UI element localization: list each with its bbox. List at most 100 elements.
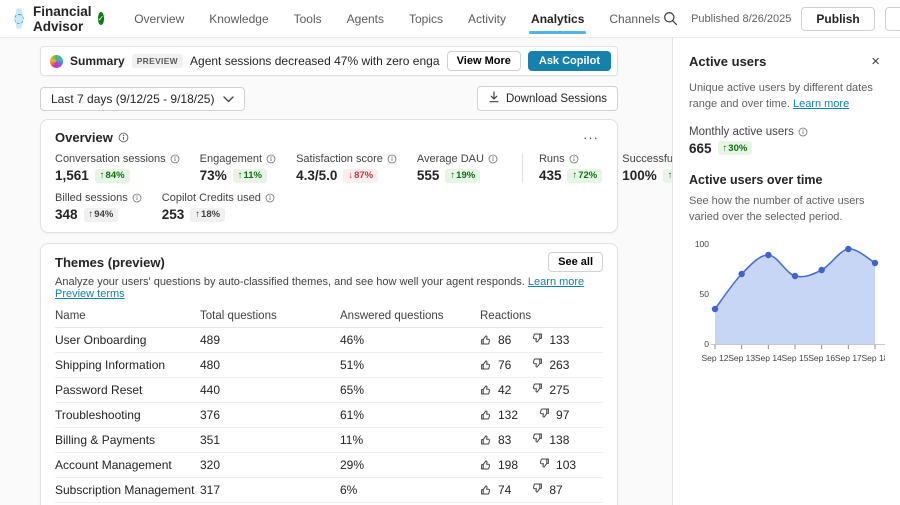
- table-row: Billing & Payments 351 11% 83: [55, 428, 603, 453]
- chart-point: [712, 306, 718, 312]
- metric-group-runs: Runs 435 ↑72%: [522, 153, 672, 183]
- table-row: Troubleshooting 376 61% 132: [55, 403, 603, 428]
- nav-item[interactable]: Agents: [347, 0, 384, 37]
- thumbs-up-count: 86: [480, 333, 511, 348]
- metric-label: Conversation sessions: [55, 153, 166, 165]
- info-icon[interactable]: [798, 127, 808, 137]
- chart-point: [818, 267, 824, 273]
- theme-reactions: 76 263: [480, 358, 603, 373]
- y-tick-label: 0: [704, 339, 709, 349]
- theme-name: Password Reset: [55, 383, 200, 397]
- info-icon[interactable]: [132, 193, 142, 203]
- metric: Billed sessions 348 ↑94%: [55, 192, 142, 222]
- metric-delta-badge: ↓87%: [343, 169, 378, 183]
- theme-reactions: 83 138: [480, 433, 603, 448]
- chart-point: [872, 260, 878, 266]
- metric-label: Average DAU: [417, 153, 484, 165]
- metric: Conversation sessions 1,561 ↑84%: [55, 153, 180, 183]
- copilot-summary-bar: Summary PREVIEW Agent sessions decreased…: [40, 46, 618, 76]
- ask-copilot-button[interactable]: Ask Copilot: [528, 51, 611, 71]
- info-icon[interactable]: [170, 154, 180, 164]
- nav-item[interactable]: Tools: [294, 0, 322, 37]
- search-icon[interactable]: [660, 8, 681, 29]
- trend-arrow-icon: ↑: [450, 170, 455, 181]
- chart-section-title: Active users over time: [689, 173, 884, 187]
- nav-item[interactable]: Channels: [609, 0, 660, 37]
- thumbs-up-icon: [480, 383, 492, 398]
- metric-value: 253: [162, 207, 185, 222]
- info-icon[interactable]: [387, 154, 397, 164]
- column-header-answered: Answered questions: [340, 310, 480, 322]
- active-users-chart: Sep 12Sep 13Sep 14Sep 15Sep 16Sep 17Sep …: [689, 234, 885, 372]
- info-icon[interactable]: [488, 154, 498, 164]
- panel-learn-more-link[interactable]: Learn more: [793, 98, 849, 110]
- date-range-dropdown[interactable]: Last 7 days (9/12/25 - 9/18/25): [40, 87, 245, 111]
- info-icon[interactable]: [266, 154, 276, 164]
- thumbs-down-icon: [531, 333, 543, 348]
- metric-value: 348: [55, 207, 78, 222]
- nav-item[interactable]: Analytics: [531, 0, 584, 37]
- x-tick-label: Sep 12: [702, 353, 729, 363]
- main-nav: Overview Knowledge Tools Agents Topics A…: [134, 0, 660, 37]
- published-status: Published 8/26/2025: [691, 13, 791, 25]
- thumbs-up-value: 42: [498, 383, 511, 397]
- theme-name: Billing & Payments: [55, 433, 200, 447]
- thumbs-down-value: 275: [549, 383, 569, 397]
- thumbs-down-value: 97: [556, 408, 569, 422]
- delta-value: 94%: [94, 209, 113, 220]
- theme-name: Shipping Information: [55, 358, 200, 372]
- metric-delta-badge: ↑84%: [95, 169, 130, 183]
- nav-item[interactable]: Activity: [468, 0, 506, 37]
- theme-reactions: 42 275: [480, 383, 603, 398]
- info-icon[interactable]: [265, 193, 275, 203]
- info-icon[interactable]: [118, 132, 129, 143]
- agent-avatar-icon: [14, 8, 24, 30]
- thumbs-down-icon: [531, 433, 543, 448]
- theme-name: User Onboarding: [55, 333, 200, 347]
- nav-item[interactable]: Overview: [134, 0, 184, 37]
- nav-item[interactable]: Topics: [409, 0, 443, 37]
- thumbs-up-icon: [480, 483, 492, 498]
- mau-value: 665: [689, 141, 712, 156]
- view-more-button[interactable]: View More: [447, 51, 521, 71]
- metric: Copilot Credits used 253 ↑18%: [162, 192, 275, 222]
- thumbs-up-count: 198: [480, 458, 518, 473]
- learn-more-link[interactable]: Learn more: [528, 276, 584, 288]
- metric-label: Billed sessions: [55, 192, 128, 204]
- panel-title: Active users: [689, 54, 766, 69]
- delta-value: 87%: [354, 170, 373, 181]
- thumbs-down-value: 138: [549, 433, 569, 447]
- theme-answered: 46%: [340, 333, 480, 347]
- chart-point: [738, 271, 744, 277]
- theme-answered: 51%: [340, 358, 480, 372]
- metric-group-billing: Billed sessions 348 ↑94%: [55, 192, 295, 222]
- publish-button[interactable]: Publish: [801, 7, 874, 31]
- theme-reactions: 74 87: [480, 483, 603, 498]
- thumbs-up-icon: [480, 433, 492, 448]
- preview-badge: PREVIEW: [132, 54, 183, 68]
- settings-button[interactable]: Settings: [885, 7, 900, 31]
- thumbs-down-icon: [531, 358, 543, 373]
- delta-value: 18%: [201, 209, 220, 220]
- thumbs-down-count: 87: [531, 483, 562, 498]
- metric-delta-badge: ↑18%: [190, 208, 225, 222]
- nav-item[interactable]: Knowledge: [209, 0, 268, 37]
- metric-label: Copilot Credits used: [162, 192, 261, 204]
- metric: Average DAU 555 ↑19%: [417, 153, 498, 183]
- see-all-button[interactable]: See all: [548, 252, 603, 272]
- summary-text: Agent sessions decreased 47% with zero e…: [190, 54, 440, 68]
- close-icon[interactable]: ×: [867, 52, 884, 71]
- content-area: Summary PREVIEW Agent sessions decreased…: [0, 38, 900, 505]
- preview-terms-link[interactable]: Preview terms: [55, 288, 125, 300]
- download-label: Download Sessions: [506, 93, 607, 105]
- metric: Engagement 73% ↑11%: [200, 153, 276, 183]
- overview-more-icon[interactable]: ···: [579, 128, 603, 147]
- thumbs-down-count: 133: [531, 333, 569, 348]
- info-icon[interactable]: [569, 154, 579, 164]
- overview-title: Overview: [55, 130, 113, 145]
- theme-name: Subscription Management: [55, 483, 200, 497]
- download-sessions-button[interactable]: Download Sessions: [477, 86, 618, 111]
- x-tick-label: Sep 17: [835, 353, 862, 363]
- thumbs-up-icon: [480, 408, 492, 423]
- panel-description: Unique active users by different dates r…: [689, 81, 884, 113]
